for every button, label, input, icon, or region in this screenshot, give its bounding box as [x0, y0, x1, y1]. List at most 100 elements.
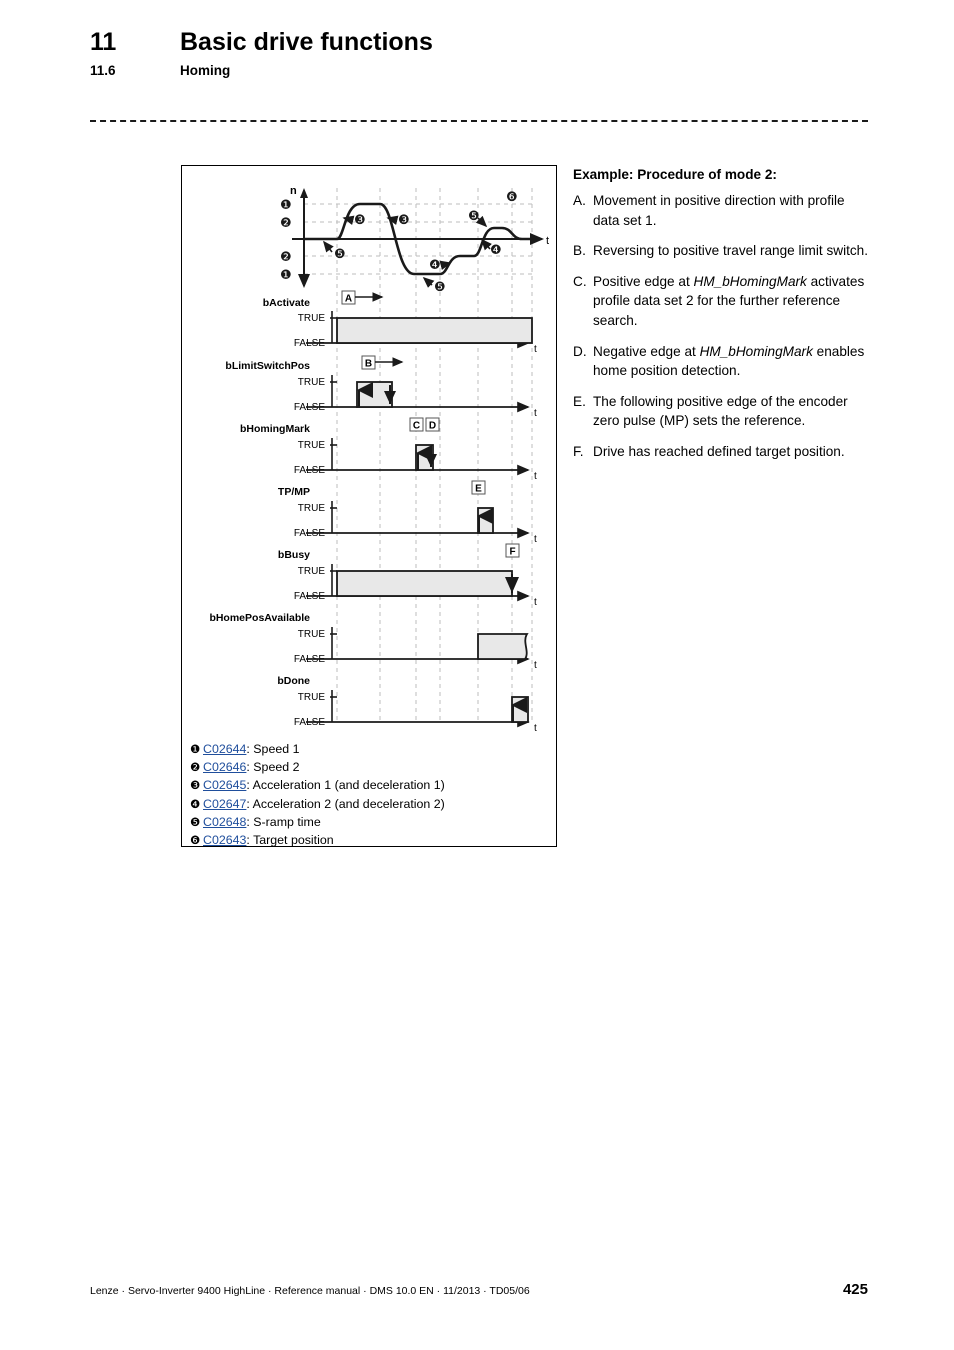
svg-text:❹: ❹	[490, 243, 502, 258]
example-text: Drive has reached defined target positio…	[593, 443, 845, 459]
footer-text: Lenze · Servo-Inverter 9400 HighLine · R…	[90, 1285, 530, 1297]
figure-legend: ❶ C02644 : Speed 1 ❷ C02646 : Speed 2 ❸ …	[182, 738, 558, 850]
example-item: B. Reversing to positive travel range li…	[573, 241, 873, 261]
legend-bullet: ❻	[190, 835, 201, 848]
signal-label-bHomePosAvailable: bHomePosAvailable	[209, 612, 310, 624]
pulse-TPMP	[477, 507, 494, 534]
legend-item: ❹ C02647 : Acceleration 2 (and decelerat…	[190, 796, 558, 814]
legend-text: : Acceleration 2 (and deceleration 2)	[246, 796, 445, 811]
time-axis-label: t	[534, 344, 537, 355]
time-axis-label: t	[534, 471, 537, 482]
example-italic-term: HM_bHomingMark	[693, 273, 807, 289]
legend-text: : Acceleration 1 (and deceleration 1)	[246, 778, 445, 793]
speed-level-markers: ❶ ❷ ❷ ❶	[280, 198, 292, 283]
svg-text:❸: ❸	[398, 213, 410, 228]
svg-text:❷: ❷	[280, 216, 292, 231]
example-item: D. Negative edge at HM_bHomingMark enabl…	[573, 342, 873, 381]
example-text: The following positive edge of the encod…	[593, 393, 848, 429]
time-axis-label: t	[534, 408, 537, 419]
marker-label-F: F	[509, 547, 515, 558]
signal-label-TPMP: TP/MP	[278, 486, 310, 498]
speed-axis-label: n	[290, 185, 297, 197]
signal-bHomingMark: bHomingMark TRUE FALSE t C D	[240, 417, 537, 482]
example-italic-term: HM_bHomingMark	[699, 343, 813, 359]
level-label-true: TRUE	[298, 503, 326, 514]
legend-code-link[interactable]: C02644	[203, 741, 246, 758]
legend-item: ❻ C02643 : Target position	[190, 832, 558, 850]
speed-time-axis-label: t	[546, 235, 549, 247]
example-item-body: Reversing to positive travel range limit…	[593, 241, 868, 261]
signal-bBusy: bBusy TRUE FALSE t F	[278, 543, 537, 608]
level-label-true: TRUE	[298, 377, 326, 388]
legend-bullet: ❹	[190, 798, 201, 811]
pulse-bHomePosAvailable	[477, 633, 529, 660]
legend-code-link[interactable]: C02645	[203, 777, 246, 794]
example-text: Positive edge at	[593, 273, 694, 289]
level-label-true: TRUE	[298, 629, 326, 640]
section-title: Homing	[180, 63, 231, 78]
marker-label-E: E	[475, 484, 482, 495]
signal-bLimitSwitchPos: bLimitSwitchPos TRUE FALSE t B	[225, 355, 537, 419]
level-label-true: TRUE	[298, 440, 326, 451]
example-item-letter: A.	[573, 193, 586, 208]
pulse-bBusy	[336, 570, 513, 597]
legend-code-link[interactable]: C02646	[203, 759, 246, 776]
legend-code-link[interactable]: C02643	[203, 832, 246, 849]
section-number: 11.6	[90, 63, 116, 78]
speed-profile-chart: n t ❶ ❷ ❷ ❶ ❸ ❸ ❺ ❹ ❺ ❺ ❹ ❻	[280, 185, 549, 295]
page-header: 11 Basic drive functions 11.6 Homing	[90, 28, 880, 78]
pulse-bActivate	[336, 317, 533, 344]
example-item-body: Negative edge at HM_bHomingMark enables …	[593, 342, 873, 381]
marker-label-D: D	[429, 421, 436, 432]
header-divider	[90, 120, 868, 122]
level-label-true: TRUE	[298, 692, 326, 703]
time-axis-label: t	[534, 597, 537, 608]
legend-item: ❶ C02644 : Speed 1	[190, 741, 558, 759]
signal-label-bHomingMark: bHomingMark	[240, 423, 310, 435]
example-item-letter: C.	[573, 273, 587, 289]
page-number: 425	[842, 1281, 868, 1298]
timing-diagram: n t ❶ ❷ ❷ ❶ ❸ ❸ ❺ ❹ ❺ ❺ ❹ ❻ bActivate TR…	[209, 185, 549, 734]
legend-code-link[interactable]: C02648	[203, 814, 246, 831]
example-title: Example: Procedure of mode 2:	[573, 167, 777, 182]
example-text: Negative edge at	[593, 343, 700, 359]
marker-label-C: C	[413, 421, 420, 432]
example-item-body: Movement in positive direction with prof…	[593, 191, 873, 230]
legend-text: : Speed 1	[246, 742, 300, 756]
legend-text: : S-ramp time	[246, 814, 321, 829]
chapter-title: Basic drive functions	[180, 28, 433, 56]
time-axis-label: t	[534, 723, 537, 734]
timing-diagram-figure: n t ❶ ❷ ❷ ❶ ❸ ❸ ❺ ❹ ❺ ❺ ❹ ❻ bActivate TR…	[181, 165, 557, 847]
marker-label-A: A	[345, 294, 352, 305]
legend-item: ❸ C02645 : Acceleration 1 (and decelerat…	[190, 777, 558, 795]
signal-bDone: bDone TRUE FALSE t	[277, 675, 537, 734]
time-axis-label: t	[534, 660, 537, 671]
example-panel: Example: Procedure of mode 2: A. Movemen…	[573, 167, 873, 473]
svg-text:❶: ❶	[280, 268, 292, 283]
svg-text:❷: ❷	[280, 250, 292, 265]
pulse-bDone	[511, 696, 529, 723]
example-item-letter: D.	[573, 343, 587, 359]
legend-item: ❺ C02648 : S-ramp time	[190, 814, 558, 832]
page-footer: Lenze · Servo-Inverter 9400 HighLine · R…	[90, 1281, 868, 1298]
example-item-letter: E.	[573, 393, 586, 409]
legend-code-link[interactable]: C02647	[203, 796, 246, 813]
signal-bActivate: bActivate TRUE FALSE t A	[263, 290, 537, 355]
signal-label-bLimitSwitchPos: bLimitSwitchPos	[225, 360, 310, 372]
legend-bullet: ❶	[190, 744, 201, 756]
example-item-letter: F.	[573, 443, 584, 459]
legend-item: ❷ C02646 : Speed 2	[190, 759, 558, 777]
example-item-body: The following positive edge of the encod…	[593, 392, 873, 431]
level-label-true: TRUE	[298, 566, 326, 577]
signal-label-bActivate: bActivate	[263, 297, 310, 309]
svg-text:❺: ❺	[434, 280, 446, 295]
signal-label-bBusy: bBusy	[278, 549, 310, 561]
example-item: A. Movement in positive direction with p…	[573, 191, 873, 230]
example-item-letter: B.	[573, 243, 586, 259]
svg-text:❺: ❺	[468, 209, 480, 224]
example-item: C. Positive edge at HM_bHomingMark activ…	[573, 272, 873, 331]
time-axis-label: t	[534, 534, 537, 545]
legend-bullet: ❺	[190, 816, 201, 829]
legend-text: : Target position	[246, 833, 334, 848]
marker-label-B: B	[365, 359, 372, 370]
